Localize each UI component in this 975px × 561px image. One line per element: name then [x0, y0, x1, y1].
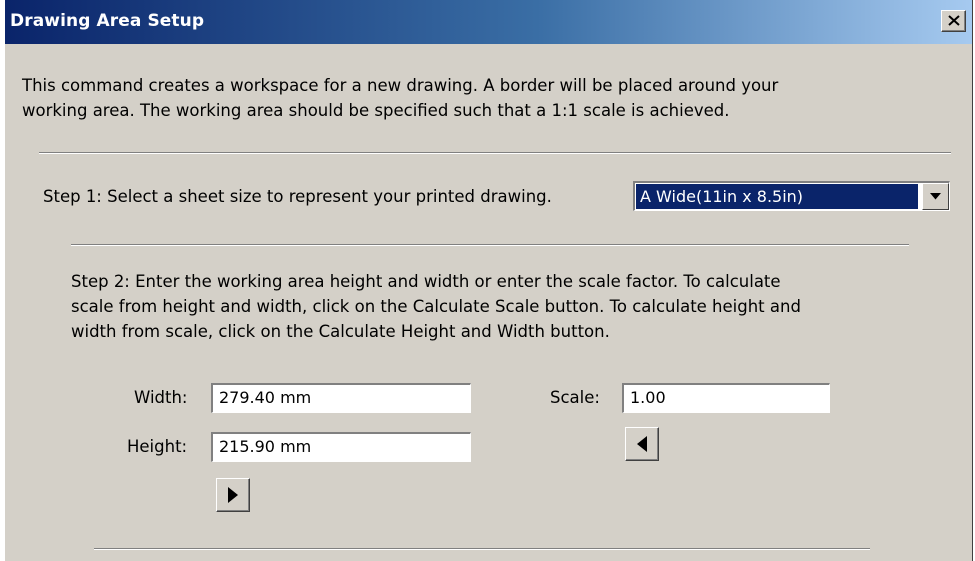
- title-bar[interactable]: Drawing Area Setup: [5, 0, 972, 44]
- separator-step1: [71, 244, 909, 246]
- sheet-size-dropdown[interactable]: A Wide(11in x 8.5in): [633, 181, 950, 211]
- calculate-scale-button[interactable]: [216, 478, 250, 512]
- width-label: Width:: [134, 388, 188, 407]
- close-x-icon: [948, 15, 960, 26]
- sheet-size-dropdown-button[interactable]: [922, 183, 949, 210]
- chevron-down-icon: [930, 193, 941, 200]
- height-input[interactable]: 215.90 mm: [211, 432, 471, 462]
- step2-text-line-2: scale from height and width, click on th…: [71, 297, 801, 316]
- sheet-size-selected-value: A Wide(11in x 8.5in): [636, 184, 918, 209]
- dialog-title: Drawing Area Setup: [10, 11, 205, 31]
- scale-input[interactable]: 1.00: [622, 383, 830, 413]
- triangle-left-icon: [637, 436, 647, 452]
- scale-label: Scale:: [550, 388, 600, 407]
- close-button[interactable]: [941, 10, 966, 32]
- step1-label: Step 1: Select a sheet size to represent…: [43, 187, 552, 206]
- triangle-right-icon: [228, 487, 238, 503]
- step2-text-line-1: Step 2: Enter the working area height an…: [71, 272, 781, 291]
- separator-bottom: [94, 548, 870, 550]
- intro-text-line-2: working area. The working area should be…: [22, 101, 730, 120]
- calculate-height-width-button[interactable]: [625, 427, 659, 461]
- width-input[interactable]: 279.40 mm: [211, 383, 471, 413]
- height-label: Height:: [127, 437, 188, 456]
- separator-top: [39, 152, 951, 154]
- drawing-area-setup-dialog: Drawing Area Setup This command creates …: [4, 0, 973, 561]
- intro-text-line-1: This command creates a workspace for a n…: [22, 76, 779, 95]
- step2-text-line-3: width from scale, click on the Calculate…: [71, 322, 610, 341]
